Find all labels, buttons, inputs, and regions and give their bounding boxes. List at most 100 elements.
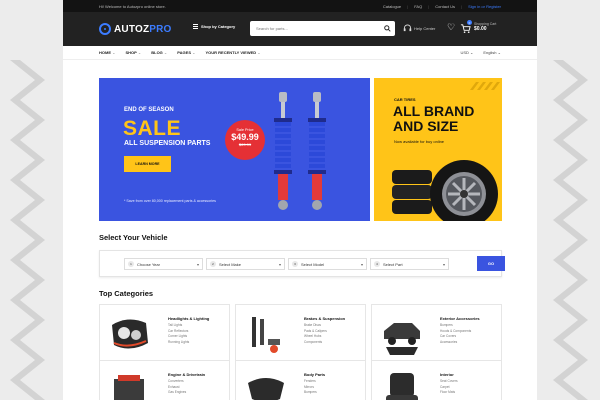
wishlist-heart-icon[interactable]: ♡ (447, 23, 455, 32)
subcategory-link[interactable]: Converters (168, 379, 186, 385)
select-label: Select Part (383, 261, 403, 267)
subcategory-link[interactable]: Gas Engines (168, 390, 186, 396)
shop-by-category-button[interactable]: Shop by Category (193, 24, 235, 29)
category-title: Exterior Accessories (440, 316, 480, 321)
tire-image (392, 160, 498, 221)
stripe-decoration (470, 82, 500, 90)
signin-link[interactable]: Sign in or Register (468, 4, 501, 9)
category-card-engine[interactable]: Engine & Drivetrain Converters Exhaust G… (99, 360, 230, 400)
site-frame: Hi! Welcome to Autozpro online store. Ca… (63, 0, 537, 400)
nav-item-recently-viewed[interactable]: YOUR RECENTLY VIEWED ⌄ (205, 50, 260, 55)
logo-accent-text: PRO (149, 23, 172, 35)
hero-kicker: END OF SEASON (124, 107, 174, 113)
select-label: Select Model (301, 261, 325, 267)
learn-more-button[interactable]: LEARN MORE (124, 156, 171, 172)
chevron-down-icon: ⌄ (470, 50, 474, 55)
go-button[interactable]: GO (477, 256, 505, 271)
sale-price-badge: Sale Price $49.99 $69.99 (225, 120, 265, 160)
hero-title: SALE (123, 117, 182, 140)
tires-title: ALL BRAND AND SIZE (393, 103, 475, 134)
hero-banner[interactable]: END OF SEASON SALE ALL SUSPENSION PARTS … (99, 78, 370, 221)
hero-note: * Save from over 80,000 replacement part… (124, 199, 216, 203)
divider: | (407, 3, 409, 9)
chevron-down-icon: ▾ (278, 261, 281, 267)
shop-by-category-label: Shop by Category (201, 24, 236, 29)
subcategory-link[interactable]: Accessories (440, 340, 471, 346)
choose-year-select[interactable]: 1 Choose Year ▾ (124, 258, 203, 270)
logo-mark-icon (99, 23, 111, 35)
tires-kicker: CAR TIRES (394, 97, 416, 102)
nav-item-pages[interactable]: PAGES ⌄ (177, 50, 195, 55)
faq-link[interactable]: FAQ (414, 4, 422, 9)
category-card-body-parts[interactable]: Body Parts Fenders Mirrors Bumpers (235, 360, 366, 400)
category-card-exterior[interactable]: Exterior Accessories Bumpers Hoods & Com… (371, 304, 502, 364)
subcategory-link[interactable]: Seat Covers (440, 379, 458, 385)
subcategory-link[interactable]: Corner Lights (168, 334, 189, 340)
hero-subtitle: ALL SUSPENSION PARTS (124, 140, 211, 147)
seat-icon (386, 373, 418, 400)
logo[interactable]: AUTOZPRO (99, 23, 172, 35)
main-nav: HOME ⌄ SHOP ⌄ BLOG ⌄ PAGES ⌄ YOUR RECENT… (63, 46, 537, 60)
step-number: 1 (128, 261, 134, 267)
menu-icon (193, 24, 198, 29)
subcategory-link[interactable]: Running Lights (168, 340, 189, 346)
chevron-down-icon: ⌄ (257, 50, 261, 55)
cart-amount: $0.00 (474, 25, 487, 32)
search-bar (250, 21, 395, 36)
category-title: Headlights & Lighting (168, 316, 210, 321)
help-center-label: Help Center (414, 25, 436, 31)
subcategory-link[interactable]: Components (304, 340, 327, 346)
divider: | (461, 3, 463, 9)
subcategory-link[interactable]: Bumpers (304, 390, 317, 396)
step-number: 3 (292, 261, 298, 267)
top-categories-title: Top Categories (99, 289, 154, 298)
chevron-down-icon: ⌄ (137, 50, 142, 55)
help-center-link[interactable]: Help Center (403, 24, 435, 32)
tires-banner[interactable]: CAR TIRES ALL BRAND AND SIZE Now availab… (374, 78, 502, 221)
category-title: Engine & Drivetrain (168, 372, 206, 377)
top-bar: Hi! Welcome to Autozpro online store. Ca… (63, 0, 537, 12)
select-label: Select Make (219, 261, 242, 267)
currency-select[interactable]: USD ⌄ (460, 50, 473, 55)
step-number: 4 (374, 261, 380, 267)
language-select[interactable]: English ⌄ (483, 50, 501, 55)
divider: | (428, 3, 430, 9)
old-price-value: $69.99 (238, 142, 252, 147)
top-links: Catalogue | FAQ | Contact Us | Sign in o… (383, 4, 501, 9)
headset-icon (403, 24, 412, 32)
chevron-down-icon: ▾ (360, 261, 363, 267)
contact-link[interactable]: Contact Us (435, 4, 455, 9)
category-title: Brakes & Suspension (304, 316, 346, 321)
chevron-down-icon: ⌄ (497, 50, 501, 55)
nav-item-shop[interactable]: SHOP ⌄ (125, 50, 141, 55)
category-card-interior[interactable]: Interior Seat Covers Carpet Floor Mats (371, 360, 502, 400)
chevron-down-icon: ⌄ (163, 50, 168, 55)
select-label: Choose Year (137, 261, 160, 267)
subcategory-link[interactable]: Fenders (304, 379, 317, 385)
category-title: Body Parts (304, 372, 326, 377)
step-number: 2 (210, 261, 216, 267)
cart-button[interactable]: 0 Shopping Cart $0.00 (460, 20, 496, 33)
category-card-headlights[interactable]: Headlights & Lighting Tail Lights Car Re… (99, 304, 230, 364)
search-icon[interactable] (381, 23, 393, 35)
vehicle-selector: 1 Choose Year ▾ 2 Select Make ▾ 3 Select… (99, 250, 505, 277)
select-part-select[interactable]: 4 Select Part ▾ (370, 258, 449, 270)
select-vehicle-title: Select Your Vehicle (99, 233, 168, 242)
category-card-brakes[interactable]: Brakes & Suspension Brake Discs Pads & C… (235, 304, 366, 364)
site-header: AUTOZPRO Shop by Category Help Center ♡ … (63, 12, 537, 46)
chevron-down-icon: ▾ (442, 261, 445, 267)
chevron-down-icon: ⌄ (192, 50, 196, 55)
select-model-select[interactable]: 3 Select Model ▾ (288, 258, 367, 270)
headlight-icon (112, 319, 148, 349)
subcategory-link[interactable]: Floor Mats (440, 390, 458, 396)
logo-text: AUTOZ (114, 23, 150, 35)
category-title: Interior (440, 372, 454, 377)
chevron-down-icon: ⌄ (112, 50, 116, 55)
truck-accessory-icon (384, 323, 420, 355)
chevron-down-icon: ▾ (196, 261, 199, 267)
nav-item-blog[interactable]: BLOG ⌄ (151, 50, 167, 55)
catalogue-link[interactable]: Catalogue (383, 4, 401, 9)
search-input[interactable] (250, 26, 381, 31)
nav-item-home[interactable]: HOME ⌄ (99, 50, 115, 55)
select-make-select[interactable]: 2 Select Make ▾ (206, 258, 285, 270)
